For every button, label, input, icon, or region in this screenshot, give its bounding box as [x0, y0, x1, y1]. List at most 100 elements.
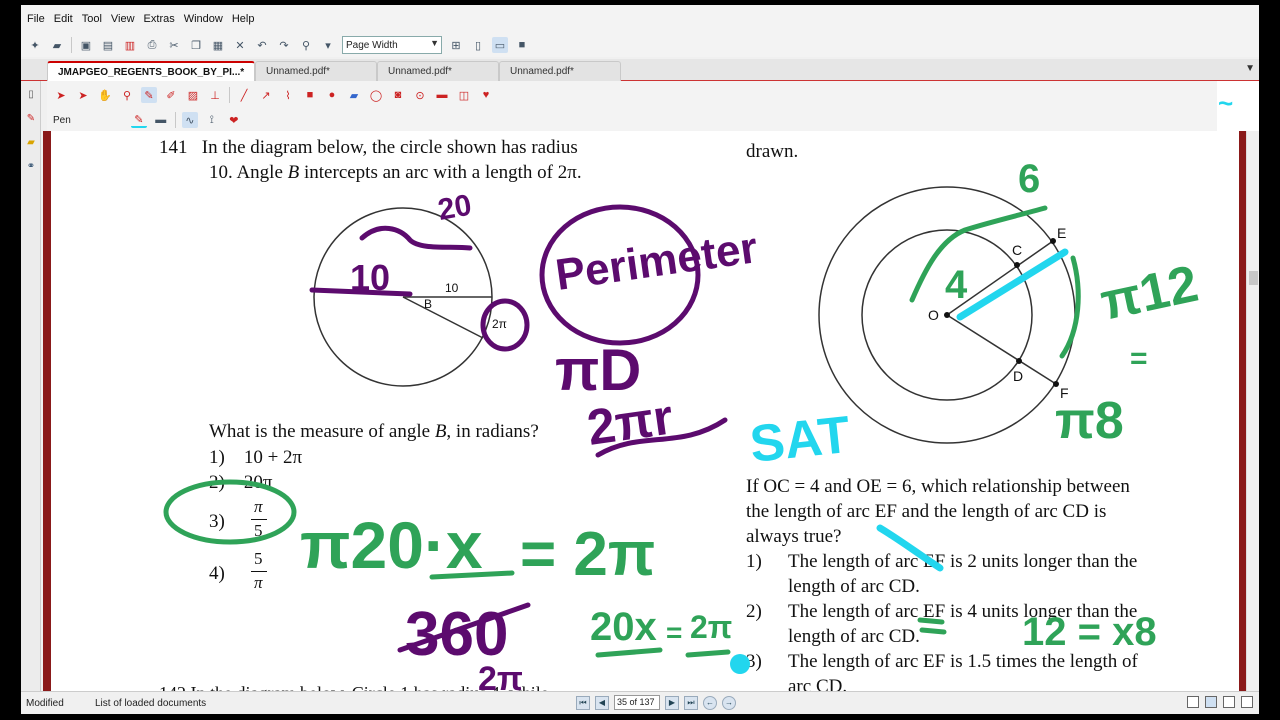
- redo-icon[interactable]: ↷: [276, 37, 292, 53]
- question-variable: B: [287, 162, 300, 183]
- document-view: 141 In the diagram below, the circle sho…: [43, 131, 1246, 691]
- tab-unnamed-3[interactable]: Unnamed.pdf*: [499, 61, 621, 81]
- close-document-icon[interactable]: ▥: [122, 37, 138, 53]
- choice-4-numerator: 5: [254, 549, 263, 569]
- color-preview-panel[interactable]: [1217, 81, 1259, 131]
- tab-label: JMAPGEO_REGENTS_BOOK_BY_PI...*: [58, 67, 245, 78]
- line-icon[interactable]: ╱: [236, 87, 252, 103]
- fullscreen-icon[interactable]: ■: [514, 37, 530, 53]
- previous-page-icon[interactable]: ◀: [595, 695, 609, 710]
- facing-continuous-view-icon[interactable]: [1241, 696, 1253, 708]
- menu-file[interactable]: File: [27, 13, 45, 25]
- choice-number: 4): [209, 563, 225, 584]
- highlighter-icon[interactable]: ✐: [163, 87, 179, 103]
- choice-number: 2): [209, 472, 225, 493]
- forward-icon[interactable]: →: [722, 695, 736, 710]
- stroke-style-icon[interactable]: ❤: [226, 112, 242, 128]
- new-document-icon[interactable]: ✦: [27, 37, 43, 53]
- question-text: intercepts an arc with a length of 2π.: [299, 162, 582, 183]
- fit-width-icon[interactable]: ▭: [492, 37, 508, 53]
- polyline-icon[interactable]: ⌇: [280, 87, 296, 103]
- save-as-icon[interactable]: ▤: [100, 37, 116, 53]
- question-number: 141: [159, 137, 188, 158]
- camera-icon[interactable]: ◙: [390, 87, 406, 103]
- pen-color-icon[interactable]: ✎: [130, 112, 147, 128]
- menu-help[interactable]: Help: [232, 13, 255, 25]
- right-choice-1-line1: The length of arc EF is 2 units longer t…: [788, 551, 1137, 573]
- last-page-icon[interactable]: ⏭: [684, 695, 698, 710]
- tab-list-dropdown-icon[interactable]: ▼: [1245, 63, 1255, 74]
- tab-unnamed-1[interactable]: Unnamed.pdf*: [255, 61, 377, 81]
- tab-document-regents[interactable]: JMAPGEO_REGENTS_BOOK_BY_PI...*: [47, 61, 255, 81]
- delete-icon[interactable]: ✕: [232, 37, 248, 53]
- smooth-stroke-icon[interactable]: ∿: [181, 112, 198, 128]
- menu-tool[interactable]: Tool: [82, 13, 102, 25]
- image-icon[interactable]: ▨: [185, 87, 201, 103]
- favorites-heart-icon[interactable]: ♥: [478, 87, 494, 103]
- menu-edit[interactable]: Edit: [54, 13, 73, 25]
- eraser-icon[interactable]: ▰: [346, 87, 362, 103]
- select-arrow-icon[interactable]: ➤: [53, 87, 69, 103]
- annotation-toolbar: ➤ ➤ ✋ ⚲ ✎ ✐ ▨ ⊥ ╱ ↗ ⌇ ■ ● ▰ ◯ ◙ ⊙ ▬ ◫ ♥: [47, 81, 1237, 109]
- question-text: always true?: [746, 526, 842, 547]
- application-window: File Edit Tool View Extras Window Help ✦…: [21, 5, 1259, 714]
- page-counter[interactable]: 35 of 137: [614, 695, 660, 710]
- facing-view-icon[interactable]: [1223, 696, 1235, 708]
- fraction-bar: [251, 571, 267, 572]
- link-icon[interactable]: ⊙: [412, 87, 428, 103]
- menu-extras[interactable]: Extras: [144, 13, 175, 25]
- open-folder-icon[interactable]: ▰: [49, 37, 65, 53]
- properties-icon[interactable]: ▾: [320, 37, 336, 53]
- menu-view[interactable]: View: [111, 13, 135, 25]
- status-modified: Modified: [26, 698, 64, 709]
- question-text: the length of arc EF and the length of a…: [746, 501, 1107, 522]
- paste-icon[interactable]: ▦: [210, 37, 226, 53]
- loaded-documents-link[interactable]: List of loaded documents: [95, 698, 206, 709]
- stamp-icon[interactable]: ⊥: [207, 87, 223, 103]
- right-question-line3: always true?: [746, 526, 841, 548]
- page-thumbnail-icon[interactable]: ▯: [24, 87, 38, 101]
- question-text: In the diagram below, the circle shown h…: [201, 137, 578, 158]
- tab-unnamed-2[interactable]: Unnamed.pdf*: [377, 61, 499, 81]
- back-icon[interactable]: ←: [703, 695, 717, 710]
- zoom-in-icon[interactable]: ⊞: [448, 37, 464, 53]
- ellipse-icon[interactable]: ●: [324, 87, 340, 103]
- print-icon[interactable]: ⎙: [144, 37, 160, 53]
- attachment-icon[interactable]: ⚭: [24, 159, 38, 173]
- measure-icon[interactable]: ◫: [456, 87, 472, 103]
- page-navigation: ⏮ ◀ 35 of 137 ▶ ⏭ ← →: [576, 695, 741, 710]
- bookmark-icon[interactable]: ✎: [24, 111, 38, 125]
- zoom-tool-icon[interactable]: ⚲: [119, 87, 135, 103]
- continuous-view-icon[interactable]: [1205, 696, 1217, 708]
- status-bar: Modified List of loaded documents ⏮ ◀ 35…: [21, 691, 1259, 714]
- select-text-icon[interactable]: ➤: [75, 87, 91, 103]
- right-question-line2: the length of arc EF and the length of a…: [746, 501, 1106, 523]
- choice-text: The length of arc EF is 4 units longer t…: [788, 601, 1138, 622]
- question-141-line2: 10. Angle B intercepts an arc with a len…: [209, 162, 582, 184]
- menu-window[interactable]: Window: [184, 13, 223, 25]
- single-page-view-icon[interactable]: [1187, 696, 1199, 708]
- lasso-icon[interactable]: ◯: [368, 87, 384, 103]
- arrow-line-icon[interactable]: ↗: [258, 87, 274, 103]
- tab-label: Unnamed.pdf*: [388, 66, 452, 77]
- single-page-icon[interactable]: ▯: [470, 37, 486, 53]
- zoom-select[interactable]: Page Width ▼: [342, 36, 442, 54]
- ruler-icon[interactable]: ▬: [434, 87, 450, 103]
- pen-tool-icon[interactable]: ✎: [141, 87, 157, 103]
- scrollbar-thumb[interactable]: [1249, 271, 1258, 285]
- first-page-icon[interactable]: ⏮: [576, 695, 590, 710]
- save-icon[interactable]: ▣: [78, 37, 94, 53]
- question-141-line1: 141 In the diagram below, the circle sho…: [159, 137, 578, 159]
- undo-icon[interactable]: ↶: [254, 37, 270, 53]
- folder-icon[interactable]: ▰: [24, 135, 38, 149]
- next-page-icon[interactable]: ▶: [665, 695, 679, 710]
- hand-icon[interactable]: ✋: [97, 87, 113, 103]
- line-width-icon[interactable]: ▬: [153, 112, 169, 128]
- vertical-scrollbar[interactable]: [1246, 131, 1259, 691]
- find-icon[interactable]: ⚲: [298, 37, 314, 53]
- rectangle-icon[interactable]: ■: [302, 87, 318, 103]
- pressure-icon[interactable]: ⟟: [204, 112, 220, 128]
- copy-icon[interactable]: ❐: [188, 37, 204, 53]
- choice-3-numerator: π: [254, 497, 263, 517]
- cut-icon[interactable]: ✂: [166, 37, 182, 53]
